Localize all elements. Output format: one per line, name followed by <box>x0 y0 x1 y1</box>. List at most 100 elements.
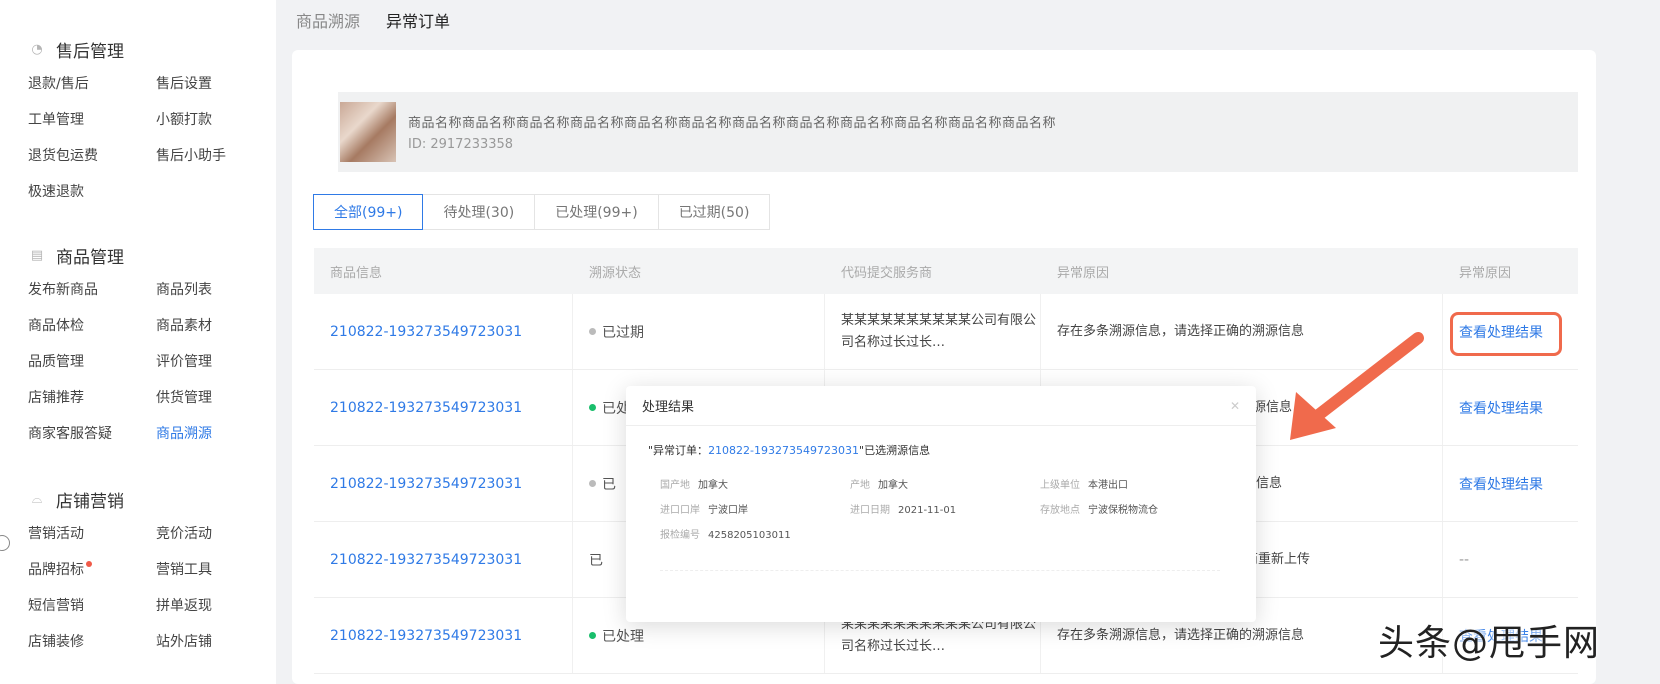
sidebar-section-marketing: ⌓ 店铺营销 营销活动 竞价活动 品牌招标 营销工具 短信营销 拼单返现 店铺装… <box>28 484 284 660</box>
sidebar-item-traceability[interactable]: 商品溯源 <box>156 416 284 452</box>
column-header-status: 溯源状态 <box>589 265 642 281</box>
breadcrumb-parent[interactable]: 商品溯源 <box>296 8 360 32</box>
tab-processed[interactable]: 已处理(99+) <box>534 194 659 230</box>
field-value: 加拿大 <box>698 480 728 491</box>
sidebar-item-qa[interactable]: 商家客服答疑 <box>28 416 156 452</box>
modal-field: 进口口岸 宁波口岸 <box>660 501 850 516</box>
order-link[interactable]: 210822-193273549723031 <box>330 476 522 492</box>
sidebar: ◔ 售后管理 退款/售后 售后设置 工单管理 小额打款 退货包运费 售后小助手 … <box>0 0 276 684</box>
reason: 存在多条溯源信息，请选择正确的溯源信息 <box>1057 627 1305 643</box>
cell: 已过期 <box>573 294 825 369</box>
modal-fields: 国产地 加拿大 产地 加拿大 上级单位 本港出口 进口口岸 宁波口岸 进口日期 2021-… <box>660 476 1230 541</box>
column-header-provider: 代码提交服务商 <box>841 265 933 281</box>
modal-title: 处理结果 <box>642 400 695 415</box>
product-thumbnail <box>340 102 396 162</box>
sidebar-item-product-list[interactable]: 商品列表 <box>156 272 284 308</box>
cell: 查看处理结果 <box>1443 370 1578 445</box>
modal-field: 国产地 加拿大 <box>660 476 850 491</box>
sidebar-item-publish[interactable]: 发布新商品 <box>28 272 156 308</box>
sidebar-item-after-sales-settings[interactable]: 售后设置 <box>156 66 284 102</box>
sidebar-item-external-store[interactable]: 站外店铺 <box>156 624 284 660</box>
field-value: 4258205103011 <box>708 530 791 541</box>
column-header-product: 商品信息 <box>330 265 383 281</box>
tab-expired[interactable]: 已过期(50) <box>657 194 771 230</box>
field-label: 报检编号 <box>660 530 700 541</box>
modal-field: 存放地点 宁波保税物流仓 <box>1040 501 1230 516</box>
cell: 210822-193273549723031 <box>314 294 573 369</box>
notification-dot <box>86 561 92 567</box>
product-info: 商品名称商品名称商品名称商品名称商品名称商品名称商品名称商品名称商品名称商品名称… <box>408 112 1056 152</box>
product-card: 商品名称商品名称商品名称商品名称商品名称商品名称商品名称商品名称商品名称商品名称… <box>338 92 1578 172</box>
status-label: 已处理 <box>602 628 644 645</box>
section-title: ⌓ 店铺营销 <box>28 484 284 514</box>
sidebar-item-return-shipping[interactable]: 退货包运费 <box>28 138 156 174</box>
field-value: 2021-11-01 <box>898 505 957 516</box>
column-header-reason: 异常原因 <box>1057 265 1110 281</box>
sidebar-item-materials[interactable]: 商品素材 <box>156 308 284 344</box>
modal-order-link[interactable]: 210822-193273549723031 <box>708 444 859 457</box>
sidebar-item-fast-refund[interactable]: 极速退款 <box>28 174 156 210</box>
field-label: 上级单位 <box>1040 480 1080 491</box>
field-value: 本港出口 <box>1088 480 1128 491</box>
modal-field: 上级单位 本港出口 <box>1040 476 1230 491</box>
modal-header: 处理结果 ✕ <box>626 386 1256 426</box>
field-label: 进口日期 <box>850 505 890 516</box>
close-icon[interactable]: ✕ <box>1230 399 1240 413</box>
field-value: 加拿大 <box>878 480 908 491</box>
sidebar-section-products: ▤ 商品管理 发布新商品 商品列表 商品体检 商品素材 品质管理 评价管理 店铺… <box>28 240 284 452</box>
modal-summary-prefix: "异常订单： <box>648 444 709 457</box>
view-result-link[interactable]: 查看处理结果 <box>1459 398 1543 418</box>
sidebar-item-bidding[interactable]: 竞价活动 <box>156 516 284 552</box>
tab-all[interactable]: 全部(99+) <box>313 194 424 230</box>
sidebar-item-tools[interactable]: 营销工具 <box>156 552 284 588</box>
modal-field: 报检编号 4258205103011 <box>660 526 850 541</box>
status-label: 已 <box>589 552 603 569</box>
cell: 查看处理结果 <box>1443 446 1578 521</box>
order-link[interactable]: 210822-193273549723031 <box>330 628 522 644</box>
sidebar-item-quality[interactable]: 品质管理 <box>28 344 156 380</box>
sidebar-item-ticket[interactable]: 工单管理 <box>28 102 156 138</box>
sidebar-item-small-payment[interactable]: 小额打款 <box>156 102 284 138</box>
sidebar-item-sms[interactable]: 短信营销 <box>28 588 156 624</box>
tab-pending[interactable]: 待处理(30) <box>422 194 536 230</box>
order-link[interactable]: 210822-193273549723031 <box>330 400 522 416</box>
modal-field: 产地 加拿大 <box>850 476 1040 491</box>
cell: 210822-193273549723031 <box>314 598 573 673</box>
no-action: -- <box>1459 551 1470 568</box>
reason: 存在多条溯源信息，请选择正确的溯源信息 <box>1057 323 1305 339</box>
sidebar-item-brand-tender[interactable]: 品牌招标 <box>28 552 156 588</box>
cell: 存在多条溯源信息，请选择正确的溯源信息 <box>1041 294 1443 369</box>
cell: 210822-193273549723031 <box>314 370 573 445</box>
product-name: 商品名称商品名称商品名称商品名称商品名称商品名称商品名称商品名称商品名称商品名称… <box>408 116 1057 131</box>
status: 已 <box>589 550 603 570</box>
status-label: 已 <box>602 476 616 493</box>
collapse-handle-icon[interactable] <box>0 535 10 551</box>
product-id: ID: 2917233358 <box>408 137 514 152</box>
order-link[interactable]: 210822-193273549723031 <box>330 552 522 568</box>
sidebar-item-campaigns[interactable]: 营销活动 <box>28 516 156 552</box>
watermark: 头条@甩手网 <box>1378 623 1601 664</box>
field-label: 存放地点 <box>1040 505 1080 516</box>
shopping-bag-icon: ⌓ <box>31 491 43 507</box>
sidebar-item-refund[interactable]: 退款/售后 <box>28 66 156 102</box>
sidebar-item-checkup[interactable]: 商品体检 <box>28 308 156 344</box>
sidebar-item-cashback[interactable]: 拼单返现 <box>156 588 284 624</box>
modal-field: 进口日期 2021-11-01 <box>850 501 1040 516</box>
status-tabs: 全部(99+) 待处理(30) 已处理(99+) 已过期(50) <box>313 194 771 230</box>
section-title-label: 店铺营销 <box>56 491 124 512</box>
sidebar-item-decoration[interactable]: 店铺装修 <box>28 624 156 660</box>
status-label: 已过期 <box>602 324 644 341</box>
status-dot <box>589 632 596 639</box>
modal-footer <box>660 570 1220 579</box>
sidebar-item-reviews[interactable]: 评价管理 <box>156 344 284 380</box>
field-label: 国产地 <box>660 480 690 491</box>
status-dot <box>589 404 596 411</box>
sidebar-item-recommend[interactable]: 店铺推荐 <box>28 380 156 416</box>
order-link[interactable]: 210822-193273549723031 <box>330 324 522 340</box>
sidebar-item-assistant[interactable]: 售后小助手 <box>156 138 284 174</box>
document-icon: ▤ <box>30 247 44 263</box>
sidebar-item-supply[interactable]: 供货管理 <box>156 380 284 416</box>
sidebar-grid: 退款/售后 售后设置 工单管理 小额打款 退货包运费 售后小助手 极速退款 <box>28 66 284 210</box>
view-result-link[interactable]: 查看处理结果 <box>1459 474 1543 494</box>
cell: 某某某某某某某某某某公司有限公司名称过长过长… <box>825 294 1041 369</box>
